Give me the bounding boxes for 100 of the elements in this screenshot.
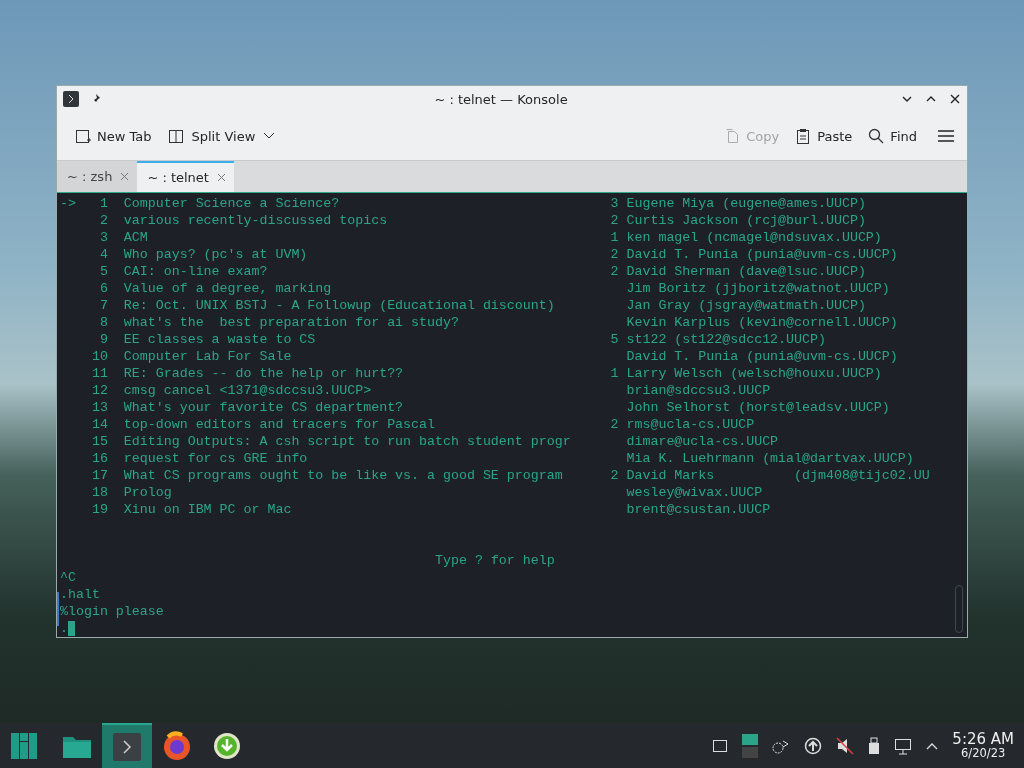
thread-author: Jan Gray (jsgray@watmath.UUCP): [626, 297, 867, 314]
thread-number: 14: [91, 416, 108, 433]
scrollbar-handle[interactable]: [955, 585, 963, 633]
wired-network-icon: [894, 736, 913, 755]
update-icon: [804, 736, 823, 755]
message-count: 2: [610, 263, 619, 280]
thread-number: 4: [98, 246, 108, 263]
thread-author: st122 (st122@sdcc12.UUCP): [626, 331, 827, 348]
thread-author: Mia K. Luehrmann (mial@dartvax.UUCP): [626, 450, 915, 467]
thread-author: Kevin Karplus (kevin@cornell.UUCP): [626, 314, 899, 331]
thread-author: John Selhorst (horst@leadsv.UUCP): [626, 399, 891, 416]
thread-subject: Computer Lab For Sale: [123, 348, 293, 365]
thread-subject: CAI: on-line exam?: [123, 263, 269, 280]
tab[interactable]: ~ : telnet: [137, 161, 234, 192]
help-hint: Type ? for help: [434, 552, 555, 569]
menu-icon: [937, 128, 955, 144]
globe-icon: [162, 730, 192, 761]
thread-subject: various recently-discussed topics: [123, 212, 389, 229]
thread-author: Larry Welsch (welsch@houxu.UUCP): [626, 365, 883, 382]
window-title: ~ : telnet — Konsole: [433, 91, 569, 107]
thread-number: 15: [91, 433, 108, 450]
close-icon: [216, 173, 226, 182]
thread-author: Curtis Jackson (rcj@burl.UUCP): [626, 212, 867, 229]
app-menu-icon: [10, 731, 38, 760]
thread-number: 5: [98, 263, 108, 280]
thread-number: 18: [91, 484, 108, 501]
thread-subject: cmsg cancel <1371@sdccsu3.UUCP>: [123, 382, 373, 399]
newtab-button[interactable]: New Tab: [71, 124, 156, 148]
split-view-icon: [167, 128, 184, 144]
clock-date: 6/20/23: [961, 747, 1006, 760]
usb-drive-icon: [868, 736, 881, 755]
chevron-down-icon: [263, 132, 276, 140]
close-icon: [949, 93, 961, 105]
thread-author: Eugene Miya (eugene@ames.UUCP): [626, 195, 867, 212]
thread-author: David Marks (djm408@tijc02.UU: [626, 467, 931, 484]
thread-subject: Computer Science a Science?: [123, 195, 341, 212]
thread-number: 16: [91, 450, 108, 467]
thread-number: 17: [91, 467, 108, 484]
thread-number: 6: [98, 280, 108, 297]
thread-number: 11: [91, 365, 108, 382]
output-line: .halt: [60, 586, 100, 603]
thread-subject: Editing Outputs: A csh script to run batch student progr: [123, 433, 572, 450]
terminal-icon: [113, 732, 141, 761]
thread-subject: Xinu on IBM PC or Mac: [123, 501, 293, 518]
terminal-icon: [63, 91, 79, 107]
output-line: ^C: [60, 569, 76, 586]
speaker-muted-icon: [836, 736, 855, 755]
thread-author: brent@csustan.UUCP: [626, 501, 772, 518]
thread-author: David T. Punia (punia@uvm-cs.UUCP): [626, 246, 899, 263]
message-count: 2: [610, 467, 619, 484]
thread-number: 12: [91, 382, 108, 399]
thread-subject: What CS programs ought to be like vs. a good SE program: [123, 467, 564, 484]
message-count: 1: [610, 365, 619, 382]
tab[interactable]: ~ : zsh: [57, 161, 138, 192]
chevron-up-icon: [926, 741, 939, 750]
thread-number: 7: [98, 297, 108, 314]
line-marker: [57, 592, 59, 626]
find-button[interactable]: Find: [864, 124, 921, 148]
thread-number: 3: [98, 229, 108, 246]
copy-icon: [724, 128, 741, 144]
thread-subject: EE classes a waste to CS: [123, 331, 317, 348]
thread-author: David Sherman (dave@lsuc.UUCP): [626, 263, 867, 280]
selection-pointer: ->: [60, 195, 77, 212]
split-button[interactable]: Split View: [163, 124, 280, 148]
thread-author: ken magel (ncmagel@ndsuvax.UUCP): [626, 229, 883, 246]
thread-subject: RE: Grades -- do the help or hurt??: [123, 365, 405, 382]
close-icon: [120, 172, 130, 181]
desktop-pager-icon: [742, 733, 759, 758]
message-count: 2: [610, 416, 619, 433]
thread-subject: Re: Oct. UNIX BSTJ - A Followup (Educational discount): [123, 297, 556, 314]
message-count: 5: [610, 331, 619, 348]
thread-number: 2: [98, 212, 108, 229]
thread-number: 13: [91, 399, 108, 416]
thread-author: David T. Punia (punia@uvm-cs.UUCP): [626, 348, 899, 365]
thread-subject: Value of a degree, marking: [123, 280, 333, 297]
thread-subject: What's your favorite CS department?: [123, 399, 405, 416]
thread-number: 10: [91, 348, 108, 365]
thread-subject: what's the best preparation for ai study?: [123, 314, 460, 331]
new-tab-icon: [75, 128, 91, 144]
thread-author: dimare@ucla-cs.UUCP: [626, 433, 780, 450]
clipboard-icon: [795, 128, 812, 144]
thread-subject: top-down editors and tracers for Pascal: [123, 416, 436, 433]
thread-author: brian@sdccsu3.UUCP: [626, 382, 772, 399]
thread-author: Jim Boritz (jjboritz@watnot.UUCP): [626, 280, 891, 297]
thread-number: 9: [98, 331, 108, 348]
clock-time: 5:26 AM: [952, 731, 1014, 748]
message-count: 2: [610, 246, 619, 263]
thread-subject: Who pays? (pc's at UVM): [123, 246, 309, 263]
thread-author: wesley@wivax.UUCP: [626, 484, 764, 501]
output-line: %login please: [60, 603, 164, 620]
window-icon: [712, 737, 729, 754]
paste-button[interactable]: Paste: [791, 124, 857, 148]
thread-subject: ACM: [123, 229, 149, 246]
download-icon: [213, 731, 241, 760]
message-count: 1: [610, 229, 619, 246]
thread-number: 8: [98, 314, 108, 331]
search-icon: [868, 128, 885, 144]
thread-subject: Prolog: [123, 484, 173, 501]
thread-subject: request for cs GRE info: [123, 450, 309, 467]
thread-number: 19: [91, 501, 108, 518]
